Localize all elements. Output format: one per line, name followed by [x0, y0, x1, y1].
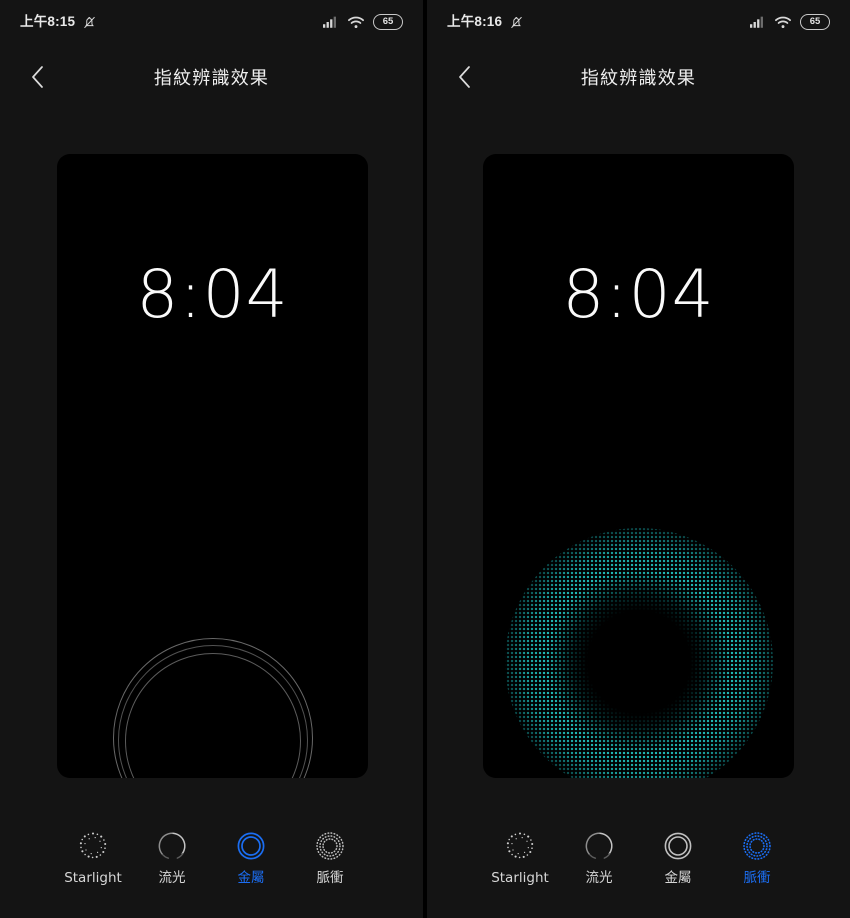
starlight-dots-ring-icon: [76, 829, 110, 863]
battery-level-text: 65: [810, 17, 821, 27]
starlight-dots-ring-icon: [503, 829, 537, 863]
cellular-signal-icon: [750, 16, 766, 28]
lockscreen-preview[interactable]: 8:04: [483, 154, 794, 778]
metal-double-ring-icon: [661, 829, 695, 863]
status-bar-right: 65: [750, 14, 830, 30]
effect-option-flowing-light[interactable]: 流光: [560, 829, 639, 886]
back-button[interactable]: [447, 60, 481, 94]
bell-muted-icon: [509, 15, 524, 30]
pulse-dotted-rings-icon: [313, 829, 347, 863]
effect-option-label: Starlight: [64, 872, 122, 886]
effect-option-label: 流光: [586, 872, 613, 886]
chevron-left-icon: [458, 66, 471, 88]
chevron-left-icon: [31, 66, 44, 88]
flowing-light-arc-icon: [155, 829, 189, 863]
effect-option-label: 流光: [159, 872, 186, 886]
screenshot-panel-right: 上午8:16 65: [427, 0, 850, 918]
pulse-halftone-grid: [505, 528, 773, 778]
effect-option-label: Starlight: [491, 872, 549, 886]
effect-option-starlight[interactable]: Starlight: [481, 829, 560, 886]
back-button[interactable]: [20, 60, 54, 94]
effect-option-flowing-light[interactable]: 流光: [133, 829, 212, 886]
effect-option-pulse[interactable]: 脈衝: [718, 829, 797, 886]
effect-picker: Starlight 流光: [0, 814, 423, 900]
effect-option-label: 金屬: [665, 872, 692, 886]
page-title: 指紋辨識效果: [427, 64, 850, 90]
status-bar-right: 65: [323, 14, 403, 30]
preview-clock: 8:04: [57, 262, 368, 328]
preview-clock: 8:04: [483, 262, 794, 328]
page-title: 指紋辨識效果: [0, 64, 423, 90]
effect-option-metal[interactable]: 金屬: [212, 829, 291, 886]
cellular-signal-icon: [323, 16, 339, 28]
status-bar: 上午8:16 65: [427, 0, 850, 44]
effect-option-label: 金屬: [238, 872, 265, 886]
wifi-icon: [775, 16, 791, 29]
status-bar: 上午8:15 65: [0, 0, 423, 44]
battery-level-text: 65: [383, 17, 394, 27]
fingerprint-effect-pulse: [505, 528, 773, 778]
lockscreen-preview[interactable]: 8:04: [57, 154, 368, 778]
status-bar-left: 上午8:16: [447, 15, 524, 30]
effect-option-label: 脈衝: [317, 872, 344, 886]
app-bar: 指紋辨識效果: [427, 44, 850, 110]
metal-double-ring-icon: [234, 829, 268, 863]
status-bar-left: 上午8:15: [20, 15, 97, 30]
pulse-dotted-rings-icon: [740, 829, 774, 863]
status-bar-clock: 上午8:15: [20, 15, 75, 29]
status-bar-clock: 上午8:16: [447, 15, 502, 29]
screenshot-stage: 上午8:15 65: [0, 0, 850, 918]
effect-picker: Starlight 流光: [427, 814, 850, 900]
flowing-light-arc-icon: [582, 829, 616, 863]
wifi-icon: [348, 16, 364, 29]
bell-muted-icon: [82, 15, 97, 30]
effect-option-pulse[interactable]: 脈衝: [291, 829, 370, 886]
effect-option-starlight[interactable]: Starlight: [54, 829, 133, 886]
screenshot-panel-left: 上午8:15 65: [0, 0, 423, 918]
panel-divider: [423, 0, 425, 918]
app-bar: 指紋辨識效果: [0, 44, 423, 110]
effect-option-metal[interactable]: 金屬: [639, 829, 718, 886]
battery-indicator: 65: [373, 14, 403, 30]
effect-option-label: 脈衝: [744, 872, 771, 886]
fingerprint-effect-metal: [113, 638, 313, 778]
battery-indicator: 65: [800, 14, 830, 30]
